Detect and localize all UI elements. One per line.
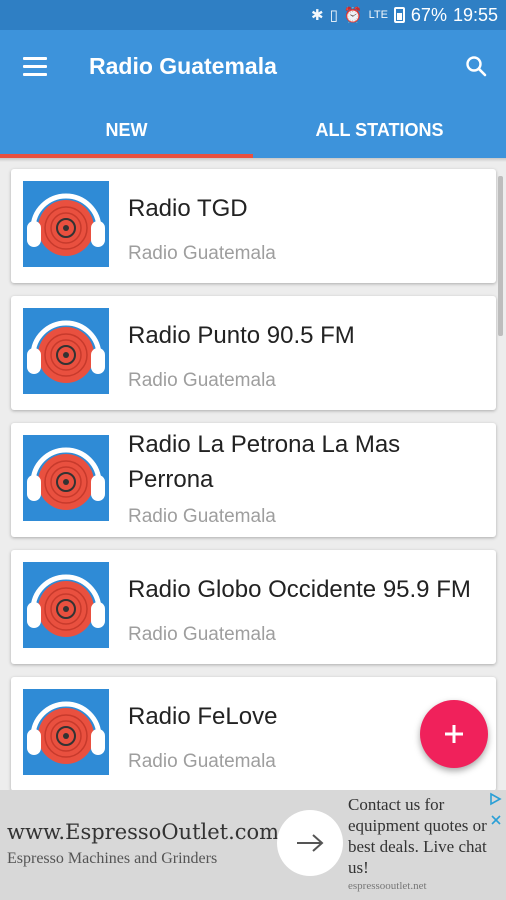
station-list: Radio TGD Radio Guatemala Radio Punto 90… bbox=[0, 162, 506, 790]
ad-arrow-button[interactable] bbox=[277, 810, 343, 876]
alarm-icon: ⏰ bbox=[343, 7, 363, 24]
headphones-vinyl-icon bbox=[23, 689, 109, 775]
station-name: Radio TGD bbox=[128, 195, 248, 222]
plus-icon bbox=[445, 725, 463, 743]
station-card-radio-tgd[interactable]: Radio TGD Radio Guatemala bbox=[11, 169, 496, 283]
vibrate-icon: ▯ bbox=[329, 7, 338, 24]
clock: 19:55 bbox=[452, 4, 498, 25]
station-subtitle: Radio Guatemala bbox=[128, 624, 276, 645]
station-subtitle: Radio Guatemala bbox=[128, 751, 276, 772]
station-subtitle: Radio Guatemala bbox=[128, 243, 276, 264]
ad-description: Espresso Machines and Grinders bbox=[7, 850, 218, 867]
ad-banner[interactable]: www.EspressoOutlet.com Espresso Machines… bbox=[0, 790, 506, 900]
station-card-radio-globo-occidente[interactable]: Radio Globo Occidente 95.9 FM Radio Guat… bbox=[11, 550, 496, 664]
battery-icon bbox=[393, 7, 405, 23]
search-icon[interactable] bbox=[446, 30, 506, 102]
status-bar: ✱ ▯ ⏰ LTE 67% 19:55 bbox=[0, 0, 506, 30]
ad-url: www.EspressoOutlet.com bbox=[7, 820, 280, 844]
ad-domain: espressooutlet.net bbox=[348, 880, 427, 892]
app-bar: Radio Guatemala bbox=[0, 30, 506, 102]
station-name: Radio La Petrona La Mas Perrona bbox=[128, 431, 401, 493]
scrollbar[interactable] bbox=[498, 176, 503, 336]
close-icon[interactable] bbox=[490, 814, 502, 826]
station-subtitle: Radio Guatemala bbox=[128, 506, 276, 527]
station-card-radio-la-petrona[interactable]: Radio La Petrona La Mas Perrona Radio Gu… bbox=[11, 423, 496, 537]
headphones-vinyl-icon bbox=[23, 181, 109, 267]
station-name: Radio Punto 90.5 FM bbox=[128, 322, 355, 349]
add-fab-button[interactable] bbox=[420, 700, 488, 768]
signal-icon: LTE bbox=[368, 9, 388, 21]
tab-new[interactable]: NEW bbox=[0, 102, 253, 158]
battery-percent: 67% bbox=[410, 4, 447, 25]
app-title: Radio Guatemala bbox=[89, 52, 277, 79]
adchoices-icon[interactable] bbox=[488, 792, 502, 806]
headphones-vinyl-icon bbox=[23, 308, 109, 394]
headphones-vinyl-icon bbox=[23, 435, 109, 521]
station-subtitle: Radio Guatemala bbox=[128, 370, 276, 391]
headphones-vinyl-icon bbox=[23, 562, 109, 648]
ad-copy: Contact us for equipment quotes or best … bbox=[348, 795, 487, 877]
tab-bar: NEW ALL STATIONS bbox=[0, 102, 506, 158]
hamburger-menu-icon[interactable] bbox=[0, 30, 70, 102]
tab-all-stations[interactable]: ALL STATIONS bbox=[253, 102, 506, 158]
station-card-radio-punto[interactable]: Radio Punto 90.5 FM Radio Guatemala bbox=[11, 296, 496, 410]
arrow-right-icon bbox=[297, 834, 324, 852]
bluetooth-icon: ✱ bbox=[311, 7, 324, 24]
station-name: Radio Globo Occidente 95.9 FM bbox=[128, 576, 471, 603]
